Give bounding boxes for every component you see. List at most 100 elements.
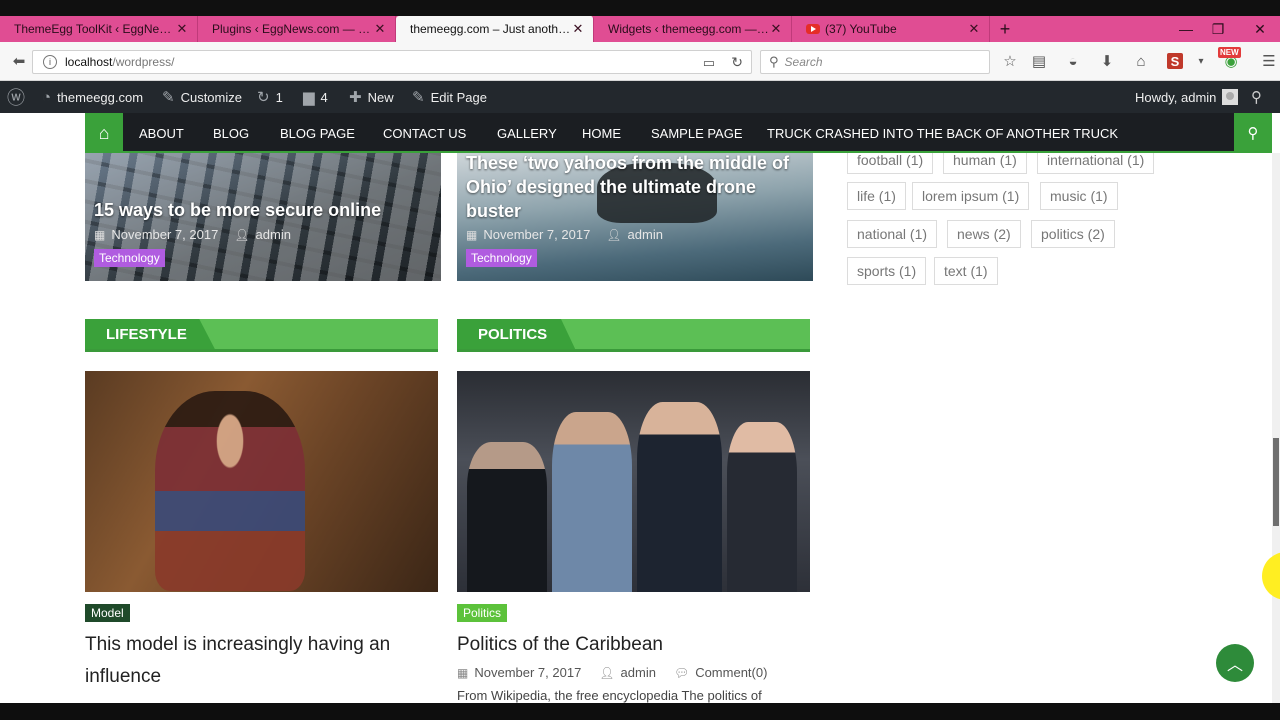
site-name: themeegg.com <box>57 89 144 105</box>
address-bar[interactable]: i localhost/wordpress/ ▭ ↻ <box>32 50 752 74</box>
post-comments[interactable]: Comment(0) <box>695 665 767 680</box>
category-badge-model[interactable]: Model <box>85 604 130 622</box>
url-path: /wordpress/ <box>112 55 175 69</box>
admin-edit-page-link[interactable]: ✎ Edit Page <box>412 81 487 113</box>
tag-lorem-ipsum[interactable]: lorem ipsum (1) <box>912 182 1030 210</box>
admin-updates-link[interactable]: ↻ 1 <box>257 81 283 113</box>
admin-customize-link[interactable]: ✎ Customize <box>162 81 242 113</box>
extension-s-icon[interactable]: S <box>1167 53 1183 69</box>
post-author[interactable]: admin <box>256 227 291 242</box>
comment-bubble-icon: ▆ <box>303 89 315 106</box>
pocket-icon[interactable]: ◒ <box>1062 50 1084 72</box>
tab-close-icon[interactable]: ✕ <box>175 21 189 37</box>
tag-human[interactable]: human (1) <box>943 153 1027 174</box>
menu-item-contact-us[interactable]: CONTACT US <box>383 113 466 153</box>
youtube-icon <box>806 24 820 34</box>
post-date[interactable]: November 7, 2017 <box>111 227 218 242</box>
bookmark-star-icon[interactable]: ☆ <box>999 50 1021 72</box>
home-icon[interactable]: ⌂ <box>1130 50 1152 72</box>
tag-music[interactable]: music (1) <box>1040 182 1118 210</box>
maximize-icon[interactable]: ❐ <box>1200 16 1236 42</box>
dropdown-arrow-icon[interactable]: ▾ <box>1190 50 1212 72</box>
post-title-line: This model is increasingly having an <box>85 634 391 655</box>
section-header-politics: POLITICS <box>457 319 810 352</box>
menu-hamburger-icon[interactable]: ☰ <box>1258 50 1280 72</box>
tab-close-icon[interactable]: ✕ <box>769 21 783 37</box>
menu-item-sample-page[interactable]: SAMPLE PAGE <box>651 113 743 153</box>
tag-international[interactable]: international (1) <box>1037 153 1155 174</box>
post-date[interactable]: November 7, 2017 <box>483 227 590 242</box>
section-title: POLITICS <box>457 319 576 349</box>
admin-account-menu[interactable]: Howdy, admin <box>1135 81 1239 113</box>
browser-tab-plugins[interactable]: Plugins ‹ EggNews.com — Wo... ✕ <box>198 16 396 42</box>
menu-item-blog-page[interactable]: BLOG PAGE <box>280 113 355 153</box>
category-badge[interactable]: Technology <box>94 249 165 267</box>
post-date[interactable]: November 7, 2017 <box>474 665 581 680</box>
tag-football[interactable]: football (1) <box>847 153 934 174</box>
reader-view-icon[interactable]: ▭ <box>703 55 715 71</box>
tab-close-icon[interactable]: ✕ <box>373 21 387 37</box>
close-window-icon[interactable]: ✕ <box>1242 16 1278 42</box>
tab-close-icon[interactable]: ✕ <box>967 21 981 37</box>
post-card-drone-buster[interactable]: These ‘two yahoos from the middle of Ohi… <box>457 153 813 281</box>
reading-list-icon[interactable]: ▤ <box>1028 50 1050 72</box>
scrollbar-thumb[interactable] <box>1273 438 1279 526</box>
post-title[interactable]: These ‘two yahoos from the middle of Ohi… <box>466 153 806 223</box>
browser-tab-widgets[interactable]: Widgets ‹ themeegg.com — ... ✕ <box>594 16 792 42</box>
tag-politics[interactable]: politics (2) <box>1031 220 1115 248</box>
menu-item-truck-crashed[interactable]: TRUCK CRASHED INTO THE BACK OF ANOTHER T… <box>767 113 1118 153</box>
post-author[interactable]: admin <box>628 227 663 242</box>
post-card-secure-online[interactable]: 15 ways to be more secure online ▦ Novem… <box>85 153 441 281</box>
browser-tab-themeegg[interactable]: themeegg.com – Just another ... ✕ <box>396 16 594 42</box>
search-icon: ⚲ <box>769 54 779 69</box>
tab-close-icon[interactable]: ✕ <box>571 21 585 37</box>
reload-icon[interactable]: ↻ <box>731 54 743 71</box>
admin-search-icon[interactable]: ⚲ <box>1251 81 1268 113</box>
person-figure-image <box>467 442 547 592</box>
page-scrollbar[interactable] <box>1272 153 1280 703</box>
post-meta: ▦ November 7, 2017 👤︎ admin 💬︎ Comment(0… <box>457 665 767 680</box>
tag-life[interactable]: life (1) <box>847 182 906 210</box>
browser-search-input[interactable]: ⚲ Search <box>760 50 990 74</box>
user-icon: 👤︎ <box>234 227 250 242</box>
tag-national[interactable]: national (1) <box>847 220 938 248</box>
site-search-icon[interactable]: ⚲ <box>1234 113 1272 153</box>
tag-sports[interactable]: sports (1) <box>847 257 927 285</box>
menu-item-home[interactable]: HOME <box>582 113 621 153</box>
admin-new-link[interactable]: ✚ New <box>349 81 394 113</box>
browser-tab-toolkit[interactable]: ThemeEgg ToolKit ‹ EggNews.... ✕ <box>0 16 198 42</box>
post-title-model[interactable]: This model is increasingly having an inf… <box>85 629 438 693</box>
admin-comments-link[interactable]: ▆ 4 <box>303 81 328 113</box>
download-icon[interactable]: ⬇ <box>1096 50 1118 72</box>
person-figure-image <box>552 412 632 592</box>
new-tab-button[interactable]: + <box>990 16 1020 42</box>
post-image-politics[interactable] <box>457 371 810 592</box>
back-icon[interactable]: ⬅ <box>8 50 30 72</box>
browser-tab-youtube[interactable]: (37) YouTube ✕ <box>792 16 990 42</box>
home-icon[interactable]: ⌂ <box>85 113 123 153</box>
post-title[interactable]: 15 ways to be more secure online <box>94 198 434 222</box>
wordpress-logo-icon[interactable]: ⓦ <box>7 81 31 113</box>
tag-text[interactable]: text (1) <box>934 257 998 285</box>
info-icon[interactable]: i <box>43 55 57 69</box>
section-header-lifestyle: LIFESTYLE <box>85 319 438 352</box>
customize-label: Customize <box>180 89 242 105</box>
tag-news[interactable]: news (2) <box>947 220 1021 248</box>
chevron-up-icon: ︿ <box>1226 657 1243 674</box>
tab-label: Plugins ‹ EggNews.com — Wo... <box>212 22 373 36</box>
menu-item-gallery[interactable]: GALLERY <box>497 113 557 153</box>
browser-tab-bar: ThemeEgg ToolKit ‹ EggNews.... ✕ Plugins… <box>0 16 1280 42</box>
brush-icon: ✎ <box>162 89 175 106</box>
menu-item-about[interactable]: ABOUT <box>139 113 184 153</box>
post-title-politics[interactable]: Politics of the Caribbean <box>457 629 810 661</box>
post-image-model[interactable] <box>85 371 438 592</box>
tab-label: Widgets ‹ themeegg.com — ... <box>608 22 769 36</box>
admin-site-link[interactable]: ◔ themeegg.com <box>42 81 143 113</box>
post-author[interactable]: admin <box>621 665 656 680</box>
category-badge[interactable]: Technology <box>466 249 537 267</box>
category-badge-politics[interactable]: Politics <box>457 604 508 622</box>
minimize-icon[interactable]: — <box>1168 16 1204 42</box>
menu-item-blog[interactable]: BLOG <box>213 113 249 153</box>
scroll-to-top-button[interactable]: ︿ <box>1216 644 1254 682</box>
plus-icon: ✚ <box>349 89 362 106</box>
